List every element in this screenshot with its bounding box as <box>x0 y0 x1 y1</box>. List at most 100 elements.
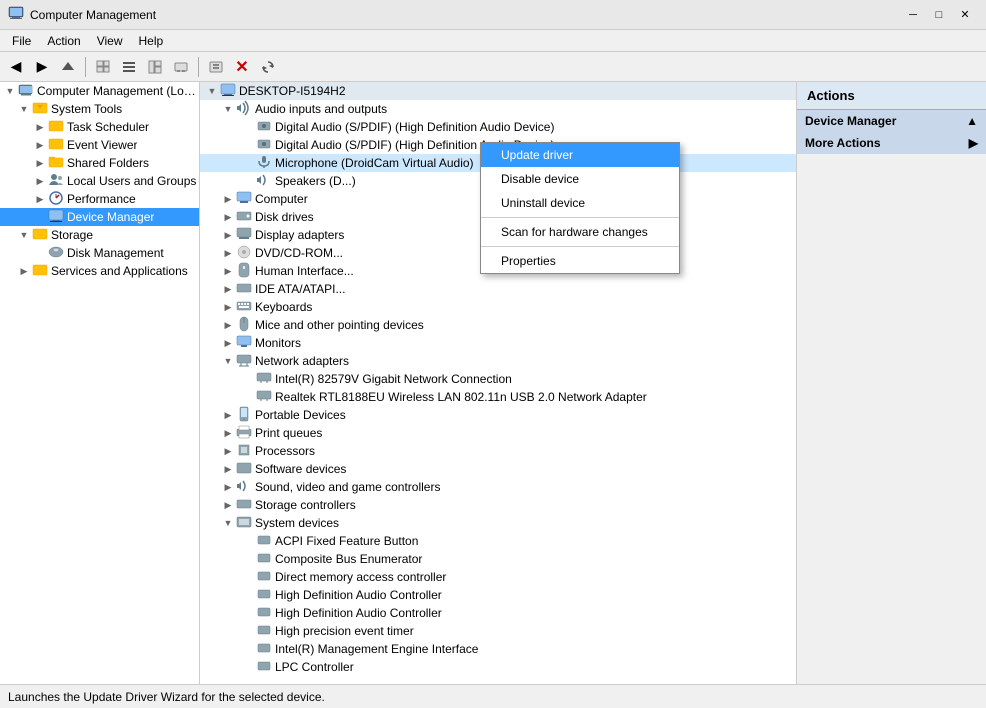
mice-label: Mice and other pointing devices <box>255 318 424 332</box>
dma-label: Direct memory access controller <box>275 570 446 584</box>
ctx-scan-hardware[interactable]: Scan for hardware changes <box>481 220 679 244</box>
minimize-button[interactable]: ─ <box>900 5 926 25</box>
dev-acpi[interactable]: ACPI Fixed Feature Button <box>200 532 796 550</box>
dev-mice[interactable]: ▶ Mice and other pointing devices <box>200 316 796 334</box>
disk-drives-icon <box>236 208 252 227</box>
dev-mei[interactable]: Intel(R) Management Engine Interface <box>200 640 796 658</box>
refresh-button[interactable] <box>256 55 280 79</box>
dev-hda-ctrl-2[interactable]: High Definition Audio Controller <box>200 604 796 622</box>
lpc-icon <box>256 658 272 677</box>
ctx-update-driver[interactable]: Update driver <box>481 143 679 167</box>
up-button[interactable] <box>56 55 80 79</box>
mic-icon <box>256 154 272 173</box>
monitors-icon <box>236 334 252 353</box>
dev-lpc[interactable]: LPC Controller <box>200 658 796 676</box>
monitors-expand: ▶ <box>220 335 236 351</box>
ctx-disable-device[interactable]: Disable device <box>481 167 679 191</box>
dev-network-adapters[interactable]: ▼ Network adapters <box>200 352 796 370</box>
net-expand: ▼ <box>220 353 236 369</box>
hpet-icon <box>256 622 272 641</box>
storage-icon <box>32 226 48 245</box>
task-scheduler-icon <box>48 118 64 137</box>
dev-system-devices[interactable]: ▼ System devices <box>200 514 796 532</box>
forward-button[interactable]: ▶ <box>30 55 54 79</box>
audio-icon <box>236 100 252 119</box>
toolbar-btn-3[interactable] <box>143 55 167 79</box>
dev-root[interactable]: ▼ DESKTOP-I5194H2 <box>200 82 796 100</box>
dev-digital-audio-1[interactable]: Digital Audio (S/PDIF) (High Definition … <box>200 118 796 136</box>
composite-bus-icon <box>256 550 272 569</box>
mei-icon <box>256 640 272 659</box>
tree-root[interactable]: ▼ Computer Management (Local <box>0 82 199 100</box>
dev-realtek-wifi[interactable]: Realtek RTL8188EU Wireless LAN 802.11n U… <box>200 388 796 406</box>
dvd-expand: ▶ <box>220 245 236 261</box>
portable-expand: ▶ <box>220 407 236 423</box>
dev-hda-ctrl-1[interactable]: High Definition Audio Controller <box>200 586 796 604</box>
close-button[interactable]: ✕ <box>952 5 978 25</box>
tree-system-tools[interactable]: ▼ System Tools <box>0 100 199 118</box>
maximize-button[interactable]: □ <box>926 5 952 25</box>
toolbar-btn-5[interactable] <box>204 55 228 79</box>
back-button[interactable]: ◀ <box>4 55 28 79</box>
dev-intel-nic[interactable]: Intel(R) 82579V Gigabit Network Connecti… <box>200 370 796 388</box>
dev-storage-ctrl[interactable]: ▶ Storage controllers <box>200 496 796 514</box>
delete-button[interactable]: ✕ <box>230 55 254 79</box>
dev-print-queues[interactable]: ▶ Print queues <box>200 424 796 442</box>
tree-event-viewer[interactable]: ▶ Event Viewer <box>0 136 199 154</box>
sound-expand: ▶ <box>220 479 236 495</box>
dev-monitors[interactable]: ▶ Monitors <box>200 334 796 352</box>
sys-dev-expand: ▼ <box>220 515 236 531</box>
root-label: Computer Management (Local <box>37 84 199 98</box>
dev-keyboards[interactable]: ▶ Keyboards <box>200 298 796 316</box>
tree-device-manager[interactable]: Device Manager <box>0 208 199 226</box>
root-expand: ▼ <box>2 83 18 99</box>
more-actions-section[interactable]: More Actions ▶ <box>797 132 986 154</box>
display-expand: ▶ <box>220 227 236 243</box>
device-manager-action-section[interactable]: Device Manager ▲ <box>797 110 986 132</box>
tree-storage[interactable]: ▼ Storage <box>0 226 199 244</box>
menu-view[interactable]: View <box>89 32 131 50</box>
dev-dma[interactable]: Direct memory access controller <box>200 568 796 586</box>
ctx-properties[interactable]: Properties <box>481 249 679 273</box>
tree-services-apps[interactable]: ▶ Services and Applications <box>0 262 199 280</box>
dev-software[interactable]: ▶ Software devices <box>200 460 796 478</box>
ide-icon <box>236 280 252 299</box>
dev-hpet[interactable]: High precision event timer <box>200 622 796 640</box>
tree-local-users[interactable]: ▶ Local Users and Groups <box>0 172 199 190</box>
menu-action[interactable]: Action <box>39 32 88 50</box>
tree-shared-folders[interactable]: ▶ Shared Folders <box>0 154 199 172</box>
ctx-uninstall-device[interactable]: Uninstall device <box>481 191 679 215</box>
speakers-icon <box>256 172 272 191</box>
shared-folders-expand: ▶ <box>32 155 48 171</box>
toolbar-btn-4[interactable] <box>169 55 193 79</box>
storage-ctrl-label: Storage controllers <box>255 498 356 512</box>
mei-label: Intel(R) Management Engine Interface <box>275 642 478 656</box>
hpet-label: High precision event timer <box>275 624 414 638</box>
tree-disk-management[interactable]: Disk Management <box>0 244 199 262</box>
menu-file[interactable]: File <box>4 32 39 50</box>
status-bar: Launches the Update Driver Wizard for th… <box>0 684 986 708</box>
tree-performance[interactable]: ▶ Performance <box>0 190 199 208</box>
dev-audio-inputs[interactable]: ▼ Audio inputs and outputs <box>200 100 796 118</box>
toolbar-btn-2[interactable] <box>117 55 141 79</box>
processors-label: Processors <box>255 444 315 458</box>
hda1-icon <box>256 586 272 605</box>
da1-label: Digital Audio (S/PDIF) (High Definition … <box>275 120 554 134</box>
event-viewer-icon <box>48 136 64 155</box>
dev-composite-bus[interactable]: Composite Bus Enumerator <box>200 550 796 568</box>
dev-processors[interactable]: ▶ Processors <box>200 442 796 460</box>
hpet-expand <box>240 623 256 639</box>
dev-ide[interactable]: ▶ IDE ATA/ATAPI... <box>200 280 796 298</box>
performance-label: Performance <box>67 192 136 206</box>
show-hide-button[interactable] <box>91 55 115 79</box>
toolbar-separator-2 <box>198 57 199 77</box>
tree-task-scheduler[interactable]: ▶ Task Scheduler <box>0 118 199 136</box>
menu-help[interactable]: Help <box>131 32 172 50</box>
dev-sound-video[interactable]: ▶ Sound, video and game controllers <box>200 478 796 496</box>
dma-expand <box>240 569 256 585</box>
disk-management-label: Disk Management <box>67 246 164 260</box>
dev-portable[interactable]: ▶ Portable Devices <box>200 406 796 424</box>
intel-nic-label: Intel(R) 82579V Gigabit Network Connecti… <box>275 372 512 386</box>
local-users-expand: ▶ <box>32 173 48 189</box>
microphone-label: Microphone (DroidCam Virtual Audio) <box>275 156 474 170</box>
